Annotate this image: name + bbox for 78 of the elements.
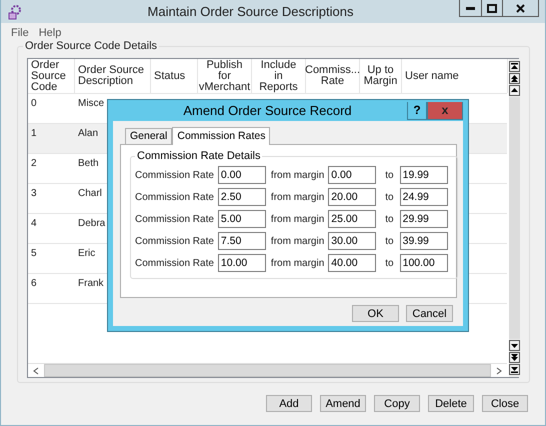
field-label: Commission Rate (135, 170, 214, 180)
dialog-title: Amend Order Source Record (182, 103, 353, 118)
to-margin-field[interactable]: 29.99 (400, 210, 448, 228)
table-cell: Eric (78, 248, 96, 259)
table-cell: 2 (31, 158, 37, 169)
action-button[interactable]: Close (482, 395, 528, 412)
rate-field[interactable]: 7.50 (218, 232, 266, 250)
table-cell: 6 (31, 278, 37, 289)
field-label: from margin (270, 258, 324, 268)
scroll-top-icon[interactable] (509, 61, 520, 72)
page-down-icon[interactable] (509, 352, 520, 363)
action-button[interactable]: Add (266, 395, 312, 412)
rate-field[interactable]: 2.50 (218, 188, 266, 206)
column-header[interactable]: Commiss... Rate (306, 59, 360, 93)
menu-item[interactable]: Help (38, 27, 62, 39)
action-button[interactable]: Copy (374, 395, 420, 412)
table-cell: Alan (78, 128, 98, 139)
column-header[interactable]: Publish for vMerchant (198, 59, 252, 93)
field-label: to (385, 258, 394, 268)
field-label: to (385, 214, 394, 224)
cancel-button[interactable]: Cancel (406, 305, 453, 322)
menu-item[interactable]: File (11, 27, 29, 39)
field-label: from margin (270, 170, 324, 180)
table-cell: Frank (78, 278, 104, 289)
column-header[interactable]: User name (402, 59, 508, 93)
dialog-close-button[interactable]: x (427, 102, 463, 120)
minimize-icon (466, 6, 475, 10)
field-label: from margin (270, 214, 324, 224)
table-cell: 5 (31, 248, 37, 259)
field-label: to (385, 236, 394, 246)
tab[interactable]: General (125, 128, 172, 144)
column-header[interactable]: Order Source Description (75, 59, 151, 93)
ok-button[interactable]: OK (352, 305, 399, 322)
column-header[interactable]: Status (151, 59, 198, 93)
field-label: Commission Rate (135, 192, 214, 202)
to-margin-field[interactable]: 19.99 (400, 166, 448, 184)
from-margin-field[interactable]: 25.00 (328, 210, 376, 228)
from-margin-field[interactable]: 0.00 (328, 166, 376, 184)
close-icon (516, 4, 525, 12)
field-label: Commission Rate (135, 214, 214, 224)
table-cell: Beth (78, 158, 99, 169)
field-label: Commission Rate (135, 258, 214, 268)
field-label: Commission Rate (135, 236, 214, 246)
table-cell: Debra (78, 218, 106, 229)
table-cell: 0 (31, 98, 37, 109)
table-cell: 4 (31, 218, 37, 229)
table-cell: Charl (78, 188, 102, 199)
group-title: Commission Rate Details (136, 150, 262, 162)
scroll-up-icon[interactable] (509, 85, 520, 96)
to-margin-field[interactable]: 24.99 (400, 188, 448, 206)
action-button[interactable]: Delete (428, 395, 474, 412)
action-button[interactable]: Amend (320, 395, 366, 412)
from-margin-field[interactable]: 30.00 (328, 232, 376, 250)
from-margin-field[interactable]: 40.00 (328, 254, 376, 272)
scroll-bottom-icon[interactable] (509, 364, 520, 375)
maximize-icon (487, 4, 497, 12)
rate-field[interactable]: 10.00 (218, 254, 266, 272)
from-margin-field[interactable]: 20.00 (328, 188, 376, 206)
rate-field[interactable]: 5.00 (218, 210, 266, 228)
column-header[interactable]: Order Source Code (28, 59, 75, 93)
column-header[interactable]: Include in Reports (252, 59, 306, 93)
field-label: from margin (270, 192, 324, 202)
table-cell: Misce (78, 98, 104, 109)
field-label: to (385, 192, 394, 202)
rate-field[interactable]: 0.00 (218, 166, 266, 184)
field-label: to (385, 170, 394, 180)
page-up-icon[interactable] (509, 73, 520, 84)
scroll-down-icon[interactable] (509, 340, 520, 351)
to-margin-field[interactable]: 100.00 (400, 254, 448, 272)
to-margin-field[interactable]: 39.99 (400, 232, 448, 250)
table-cell: 1 (31, 128, 37, 139)
field-label: from margin (270, 236, 324, 246)
tab[interactable]: Commission Rates (172, 127, 270, 145)
group-title: Order Source Code Details (23, 40, 160, 52)
table-cell: 3 (31, 188, 37, 199)
column-header[interactable]: Up to Margin (360, 59, 402, 93)
scroll-thumb[interactable] (44, 364, 491, 377)
window-title: Maintain Order Source Descriptions (146, 4, 354, 19)
